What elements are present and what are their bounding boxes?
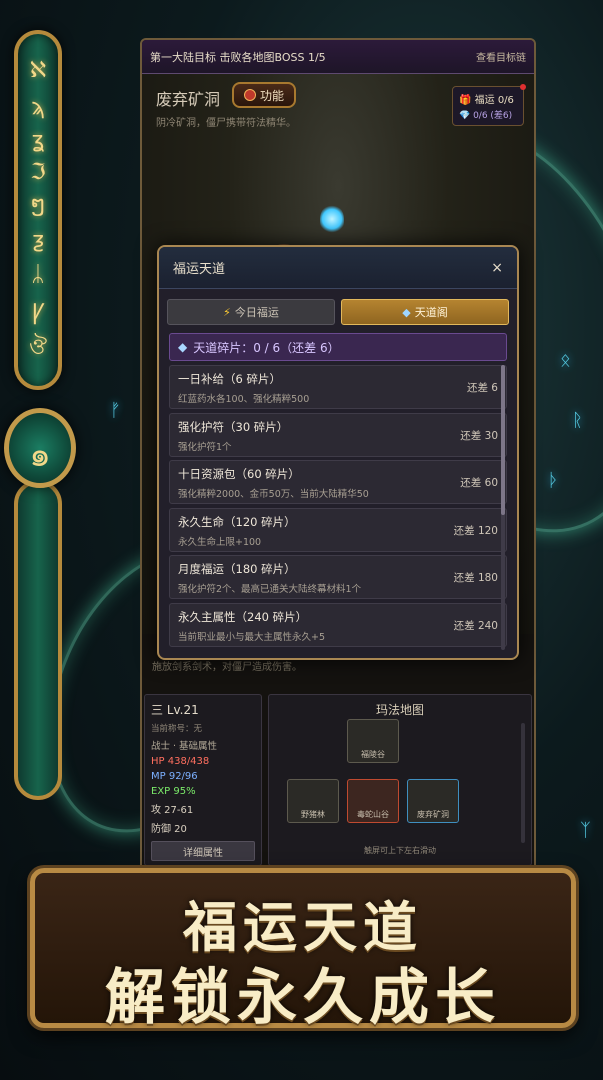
- character-title: 当前称号：无: [151, 724, 203, 734]
- rune-glyph: ᛉ: [580, 820, 591, 841]
- rune-glyph: ℵ: [29, 58, 47, 83]
- item-name: 十日资源包（60 碎片）: [178, 467, 300, 481]
- item-name: 一日补给（6 碎片）: [178, 372, 281, 386]
- rune-glyph: ʓ: [31, 128, 45, 153]
- pillar-shaft: [14, 480, 62, 800]
- goal-bar: 第一大陆目标 击败各地图BOSS 1/5 查看目标链: [142, 40, 534, 74]
- map-hint: 触屏可上下左右滑动: [364, 846, 436, 855]
- list-item[interactable]: 一日补给（6 碎片） 红蓝药水各100、强化精粹500 还差 6: [169, 365, 507, 409]
- decorative-pillar: ℵ ϡ ʓ ℑ ໆ ƺ ᛦ Ꝩ ঔ ๑: [4, 0, 76, 800]
- function-icon: [243, 89, 256, 101]
- promo-banner: 福运天道 解锁永久成长: [30, 868, 576, 1033]
- map-node[interactable]: 废弃矿洞: [407, 779, 459, 823]
- item-need: 还差 30: [460, 429, 498, 442]
- modal-header: 福运天道 ×: [159, 247, 517, 289]
- item-need: 还差 240: [453, 619, 498, 632]
- item-name: 强化护符（30 碎片）: [178, 419, 289, 434]
- blue-flame: [320, 204, 344, 234]
- list-item[interactable]: 强化护符（30 碎片） 强化护符1个 还差 30: [169, 412, 507, 457]
- tab-tiandao-pavilion[interactable]: ◆ 天道阁: [341, 299, 509, 325]
- scene-title: 废弃矿洞: [156, 90, 221, 109]
- map-node[interactable]: 毒蛇山谷: [347, 779, 399, 823]
- rune-glyph: ƺ: [32, 228, 44, 253]
- tab-label: 天道阁: [414, 306, 448, 319]
- list-item[interactable]: 十日资源包（60 碎片） 强化精粹2000、金币50万、当前大陆精华50 还差 …: [169, 460, 507, 504]
- gem-icon: ◆: [402, 305, 411, 319]
- exp-value: EXP 95%: [151, 786, 196, 797]
- character-level: 三 Lv.21: [151, 703, 199, 717]
- close-icon[interactable]: ×: [491, 260, 503, 276]
- item-desc: 强化护符1个: [178, 441, 232, 453]
- map-node[interactable]: 福陵谷: [347, 719, 399, 763]
- rune-glyph: ᛟ: [560, 350, 571, 371]
- scene-subtitle: 阴冷矿洞，僵尸携带符法精华。: [156, 118, 296, 129]
- mp-value: MP 92/96: [151, 771, 198, 782]
- hp-value: HP 438/438: [151, 756, 210, 767]
- goal-link[interactable]: 查看目标链: [476, 49, 526, 64]
- goal-text: 第一大陆目标 击败各地图BOSS 1/5: [150, 50, 326, 64]
- rune-glyph: ᚱ: [572, 410, 583, 431]
- fortune-modal: 福运天道 × ⚡ 今日福运 ◆ 天道阁 ◆ 天道碎片：0 / 6（还差 6） 一…: [157, 245, 519, 660]
- fortune-chip-line2: 💎 0/6 (差6): [459, 111, 513, 121]
- item-name: 永久生命（120 碎片）: [178, 514, 296, 529]
- item-name: 月度福运（180 碎片）: [178, 562, 296, 576]
- item-need: 还差 60: [460, 477, 498, 489]
- tab-daily-fortune[interactable]: ⚡ 今日福运: [167, 299, 335, 325]
- modal-tabs: ⚡ 今日福运 ◆ 天道阁: [159, 289, 517, 325]
- rune-glyph: ঔ: [28, 335, 48, 360]
- item-desc: 红蓝药水各100、强化精粹500: [178, 394, 310, 405]
- reward-list: 一日补给（6 碎片） 红蓝药水各100、强化精粹500 还差 6 强化护符（30…: [169, 365, 507, 647]
- character-panel: 三 Lv.21 当前称号：无 战士 · 基础属性 HP 438/438 MP 9…: [144, 694, 262, 866]
- rune-glyph: ᛦ: [31, 262, 45, 287]
- jade-orb: ๑: [4, 408, 76, 488]
- attack-value: 攻 27-61: [151, 805, 194, 816]
- scrollbar-thumb[interactable]: [501, 365, 505, 515]
- rune-glyph: ϡ: [31, 95, 45, 120]
- bolt-icon: ⚡: [223, 305, 231, 319]
- notification-dot: [520, 84, 526, 90]
- scrollbar[interactable]: [501, 365, 505, 650]
- shard-text: 天道碎片：0 / 6（还差 6）: [193, 340, 340, 355]
- rune-glyph: ℑ: [30, 160, 46, 185]
- fortune-chip-line1: 🎁 福运 0/6: [459, 95, 514, 106]
- item-need: 还差 6: [466, 382, 498, 394]
- list-item[interactable]: 永久主属性（240 碎片） 当前职业最小与最大主属性永久+5 还差 240: [169, 602, 507, 647]
- detail-attributes-button[interactable]: 详细属性: [151, 841, 255, 861]
- map-panel: 玛法地图 福陵谷 野猪林 毒蛇山谷 废弃矿洞 触屏可上下左右滑动: [268, 694, 532, 866]
- item-name: 永久主属性（240 碎片）: [178, 609, 308, 624]
- defense-value: 防御 20: [151, 824, 187, 835]
- gem-icon: ◆: [178, 340, 188, 354]
- item-need: 还差 120: [453, 524, 498, 537]
- item-desc: 永久生命上限+100: [178, 536, 262, 548]
- map-node[interactable]: 野猪林: [287, 779, 339, 823]
- skill-hint: 施放剑系剑术，对僵尸造成伤害。: [152, 662, 302, 673]
- swirl-icon: ๑: [29, 435, 51, 475]
- fortune-chip[interactable]: 🎁 福运 0/6 💎 0/6 (差6): [452, 84, 526, 126]
- rune-glyph: ᚦ: [548, 470, 559, 491]
- modal-title: 福运天道: [173, 262, 226, 277]
- item-need: 还差 180: [453, 572, 498, 584]
- scrollbar[interactable]: [521, 723, 525, 843]
- shard-progress: ◆ 天道碎片：0 / 6（还差 6）: [169, 333, 507, 361]
- map-title: 玛法地图: [375, 703, 424, 717]
- tab-label: 今日福运: [234, 306, 279, 319]
- character-class: 战士 · 基础属性: [151, 741, 218, 752]
- rune-glyph: ໆ: [30, 192, 46, 217]
- rune-glyph: ᚠ: [110, 400, 121, 421]
- rune-glyph: Ꝩ: [31, 300, 45, 325]
- list-item[interactable]: 月度福运（180 碎片） 强化护符2个、最高已通关大陆终幕材料1个 还差 180: [169, 555, 507, 599]
- item-desc: 当前职业最小与最大主属性永久+5: [178, 631, 326, 643]
- item-desc: 强化精粹2000、金币50万、当前大陆精华50: [178, 489, 369, 500]
- list-item[interactable]: 永久生命（120 碎片） 永久生命上限+100 还差 120: [169, 507, 507, 552]
- item-desc: 强化护符2个、最高已通关大陆终幕材料1个: [178, 584, 362, 595]
- function-button[interactable]: 功能: [232, 82, 296, 108]
- function-label: 功能: [259, 88, 284, 103]
- banner-subtitle: 解锁永久成长: [105, 963, 501, 1033]
